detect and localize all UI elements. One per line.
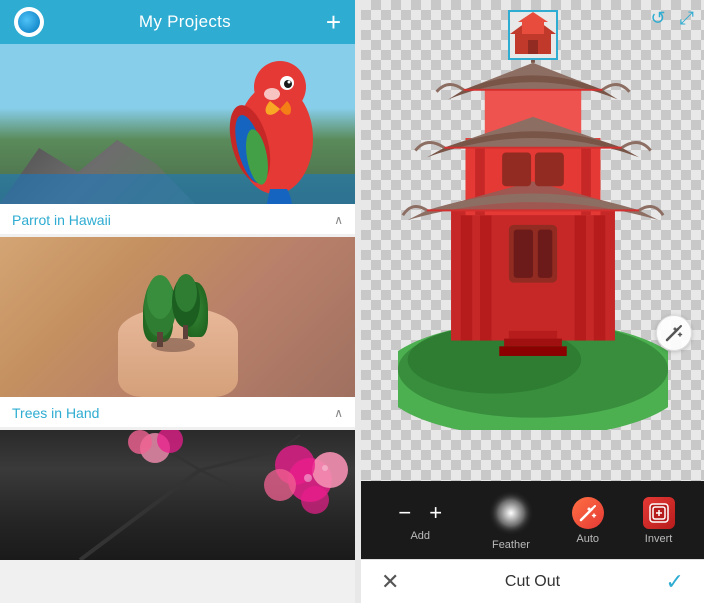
project-item-trees[interactable]: Trees in Hand ∧ [0, 237, 355, 427]
subtract-button[interactable]: − [390, 500, 419, 526]
add-button[interactable]: + [421, 500, 450, 526]
header-title: My Projects [139, 12, 231, 32]
bottom-action-bar: ✕ Cut Out ✓ [361, 559, 704, 603]
expand-button[interactable]: ⤢ [680, 8, 694, 29]
tool-auto-label: Auto [576, 533, 599, 545]
invert-icon [643, 497, 675, 529]
project-thumbnail-parrot [0, 44, 355, 204]
header-bar: My Projects + [0, 0, 355, 44]
auto-icon [572, 497, 604, 529]
tool-add-label: Add [410, 530, 430, 542]
project-name-trees: Trees in Hand [12, 405, 99, 421]
brush-indicator [489, 491, 533, 535]
tool-feather-label: Feather [492, 539, 530, 551]
tool-invert-label: Invert [645, 533, 673, 545]
action-title: Cut Out [505, 573, 560, 591]
project-thumbnail-flowers [0, 430, 355, 560]
project-item-flowers[interactable] [0, 430, 355, 560]
thumbnail-preview [508, 10, 558, 60]
magic-wand-button[interactable] [656, 315, 692, 351]
tool-auto[interactable]: Auto [572, 497, 604, 545]
brush-circle [497, 499, 525, 527]
cancel-button[interactable]: ✕ [381, 569, 399, 595]
project-name-parrot: Parrot in Hawaii [12, 212, 111, 228]
chevron-parrot: ∧ [334, 213, 343, 227]
project-label-row-parrot: Parrot in Hawaii ∧ [0, 204, 355, 234]
app-logo [14, 7, 44, 37]
chevron-trees: ∧ [334, 406, 343, 420]
right-panel: ↺ ⤢ [361, 0, 704, 603]
project-label-row-trees: Trees in Hand ∧ [0, 397, 355, 427]
tool-feather[interactable]: Feather [489, 491, 533, 551]
add-project-button[interactable]: + [326, 9, 341, 35]
confirm-button[interactable]: ✓ [666, 569, 684, 595]
project-thumbnail-trees [0, 237, 355, 397]
bottom-tools-panel: − + Add Feather [361, 481, 704, 559]
editor-toolbar-top: ↺ ⤢ [651, 8, 695, 29]
tool-add[interactable]: − + Add [390, 500, 450, 542]
project-list: Parrot in Hawaii ∧ [0, 44, 355, 603]
left-panel: My Projects + [0, 0, 355, 603]
tools-row: − + Add Feather [361, 491, 704, 551]
project-item-parrot[interactable]: Parrot in Hawaii ∧ [0, 44, 355, 234]
undo-button[interactable]: ↺ [651, 8, 666, 29]
editor-canvas: ↺ ⤢ [361, 0, 704, 481]
tool-invert[interactable]: Invert [643, 497, 675, 545]
